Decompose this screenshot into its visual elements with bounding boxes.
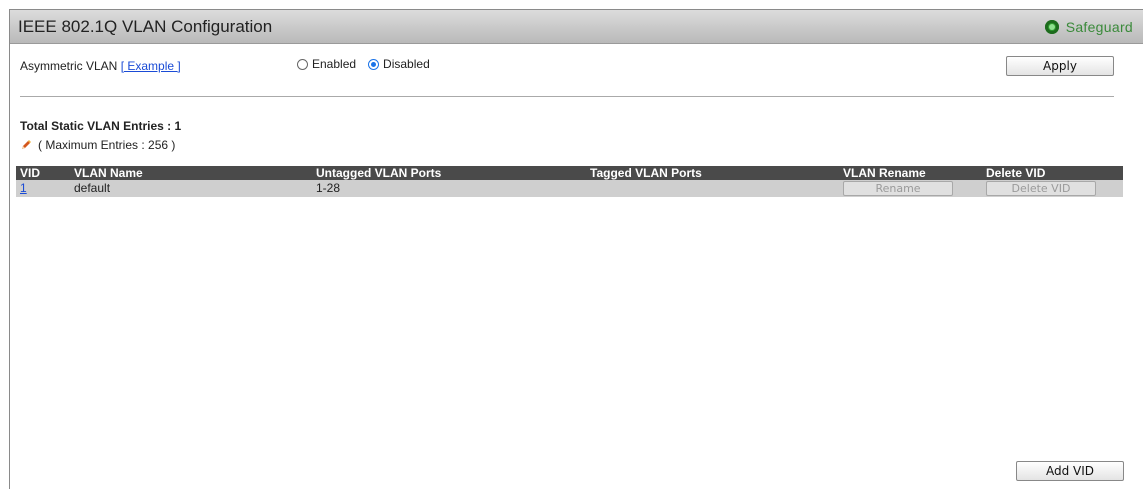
vlan-table: VID VLAN Name Untagged VLAN Ports Tagged… bbox=[16, 166, 1123, 197]
header-untagged-ports: Untagged VLAN Ports bbox=[316, 166, 442, 180]
vid-link[interactable]: 1 bbox=[20, 180, 27, 197]
table-row: 1 default 1-28 Rename Delete VID bbox=[16, 180, 1123, 197]
untagged-ports-cell: 1-28 bbox=[316, 181, 341, 195]
header-vlan-rename: VLAN Rename bbox=[843, 166, 926, 180]
page-title: IEEE 802.1Q VLAN Configuration bbox=[18, 17, 273, 36]
apply-button[interactable]: Apply bbox=[1006, 56, 1114, 76]
table-header: VID VLAN Name Untagged VLAN Ports Tagged… bbox=[16, 166, 1123, 180]
delete-vid-button[interactable]: Delete VID bbox=[986, 181, 1096, 196]
max-entries-label: ( Maximum Entries : 256 ) bbox=[38, 138, 176, 152]
rename-button[interactable]: Rename bbox=[843, 181, 953, 196]
enabled-radio[interactable] bbox=[297, 58, 308, 70]
safeguard-indicator: Safeguard bbox=[1044, 18, 1133, 36]
enabled-radio-label[interactable]: Enabled bbox=[312, 57, 356, 71]
safeguard-label: Safeguard bbox=[1065, 19, 1133, 35]
pencil-icon bbox=[22, 140, 31, 149]
header-delete-vid: Delete VID bbox=[986, 166, 1046, 180]
safeguard-status-icon bbox=[1044, 20, 1059, 34]
example-link[interactable]: [ Example ] bbox=[121, 59, 181, 73]
header-vlan-name: VLAN Name bbox=[74, 166, 143, 180]
vlan-name-cell: default bbox=[74, 181, 111, 195]
disabled-radio[interactable] bbox=[368, 58, 380, 70]
max-entries-row: ( Maximum Entries : 256 ) bbox=[20, 138, 175, 152]
header-tagged-ports: Tagged VLAN Ports bbox=[590, 166, 702, 180]
asymmetric-vlan-label: Asymmetric VLAN [ Example ] bbox=[20, 59, 181, 73]
title-bar: IEEE 802.1Q VLAN Configuration Safeguard bbox=[10, 10, 1143, 44]
asymmetric-vlan-radio-group: Enabled Disabled bbox=[297, 57, 442, 71]
top-strip bbox=[0, 0, 1144, 9]
header-vid: VID bbox=[20, 166, 41, 180]
add-vid-button[interactable]: Add VID bbox=[1016, 461, 1124, 481]
divider bbox=[20, 96, 1114, 97]
disabled-radio-label[interactable]: Disabled bbox=[383, 57, 430, 71]
vlan-config-panel: IEEE 802.1Q VLAN Configuration Safeguard bbox=[9, 9, 1143, 489]
asymmetric-vlan-text: Asymmetric VLAN bbox=[20, 59, 118, 73]
total-entries-label: Total Static VLAN Entries : 1 bbox=[20, 119, 182, 133]
